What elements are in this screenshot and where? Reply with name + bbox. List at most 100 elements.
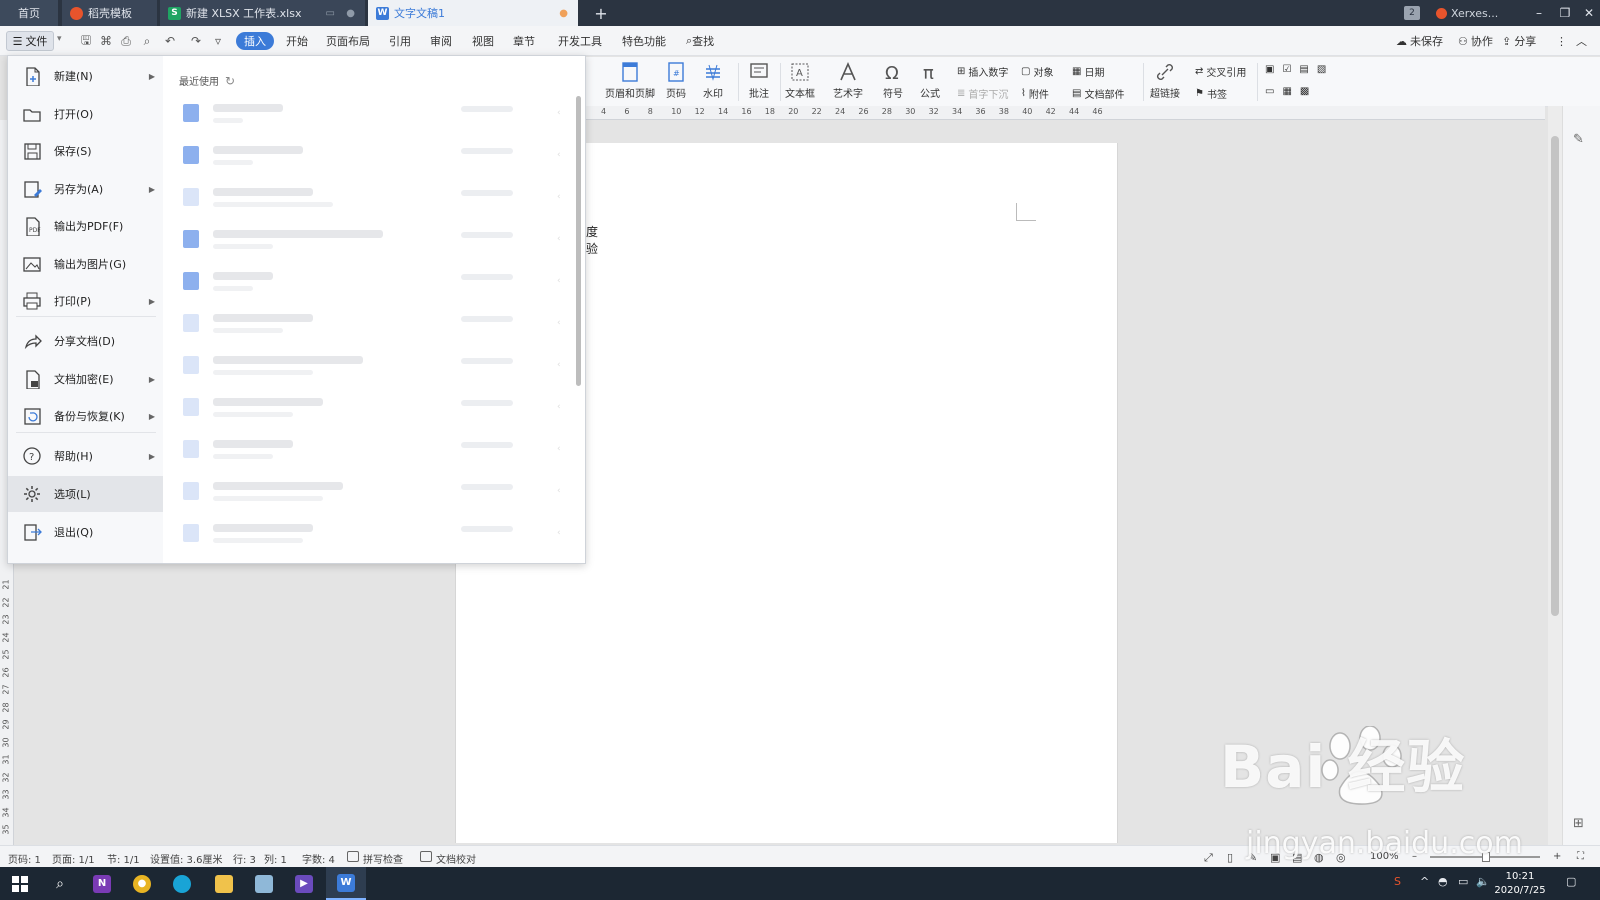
monitor-icon[interactable]: ▭ xyxy=(326,8,335,19)
taskbar-browser[interactable] xyxy=(162,867,202,900)
row-chevron-icon[interactable]: ‹ xyxy=(557,360,561,370)
grid-icon[interactable]: ⊞ xyxy=(1573,816,1584,831)
more-options-icon[interactable]: ⋮ xyxy=(1556,32,1567,50)
row-chevron-icon[interactable]: ‹ xyxy=(557,276,561,286)
file-menu-item[interactable]: PDF 输出为PDF(F) xyxy=(8,208,163,244)
outline-view-icon[interactable]: ▤ xyxy=(1292,851,1302,864)
recent-file-row[interactable]: ‹ xyxy=(181,472,561,512)
date-button[interactable]: ▦ 日期 xyxy=(1072,64,1104,79)
doc-parts-button[interactable]: ▤ 文档部件 xyxy=(1072,86,1124,101)
scrollbar-thumb[interactable] xyxy=(1551,136,1559,616)
object-button[interactable]: ▢ 对象 xyxy=(1021,64,1053,79)
tab-docer[interactable]: 稻壳模板 xyxy=(62,0,157,26)
web-view-icon[interactable]: ◍ xyxy=(1314,851,1324,864)
recent-scrollbar[interactable] xyxy=(576,96,581,386)
row-chevron-icon[interactable]: ‹ xyxy=(557,192,561,202)
spellcheck-toggle[interactable]: 拼写检查 xyxy=(363,851,403,866)
windows-start-button[interactable] xyxy=(0,867,40,900)
file-menu-item[interactable]: ? 帮助(H) ▶ xyxy=(8,438,163,474)
insert-number-button[interactable]: ⊞ 插入数字 xyxy=(957,64,1008,79)
tab-references[interactable]: 引用 xyxy=(389,32,411,50)
file-menu-item[interactable]: 保存(S) xyxy=(8,133,163,169)
edit-mode-icon[interactable]: ✎ xyxy=(1248,851,1257,864)
undo-icon[interactable]: ↶ xyxy=(162,33,178,49)
row-chevron-icon[interactable]: ‹ xyxy=(557,528,561,538)
customize-caret-icon[interactable]: ▿ xyxy=(210,33,226,49)
layout-icon-6[interactable]: ▦ xyxy=(1282,86,1291,97)
restore-icon[interactable]: ❐ xyxy=(1552,0,1578,26)
print-quick-icon[interactable]: ⎙ xyxy=(118,33,134,49)
window-count-badge[interactable]: 2 xyxy=(1404,6,1420,20)
file-menu-item[interactable]: 文档加密(E) ▶ xyxy=(8,361,163,397)
row-chevron-icon[interactable]: ‹ xyxy=(557,150,561,160)
taskbar-chrome[interactable]: ● xyxy=(122,867,162,900)
taskbar-media[interactable]: ▶ xyxy=(284,867,324,900)
zoom-level[interactable]: 100% xyxy=(1370,851,1399,862)
file-menu-item[interactable]: 新建(N) ▶ xyxy=(8,58,163,94)
status-col[interactable]: 列: 1 xyxy=(264,851,287,866)
recent-file-row[interactable]: ‹ xyxy=(181,220,561,260)
refresh-icon[interactable]: ↻ xyxy=(225,74,235,88)
recent-file-row[interactable]: ‹ xyxy=(181,262,561,302)
share-button[interactable]: ⇪ 分享 xyxy=(1502,32,1536,50)
recent-file-row[interactable]: ‹ xyxy=(181,136,561,176)
minimize-icon[interactable]: – xyxy=(1526,0,1552,26)
taskbar-search[interactable]: ⌕ xyxy=(40,867,80,900)
eye-protect-icon[interactable]: ◎ xyxy=(1336,851,1346,864)
horizontal-ruler[interactable]: 4 6 8 10 12 14 16 18 20 22 24 26 28 30 32 34 36 38 40 42 44 4… xyxy=(585,106,1545,120)
tab-developer[interactable]: 开发工具 xyxy=(558,32,602,50)
hyperlink-button[interactable]: 超链接 xyxy=(1150,61,1180,100)
taskbar-wps-writer[interactable]: W xyxy=(326,867,366,900)
recent-file-row[interactable]: ‹ xyxy=(181,94,561,134)
row-chevron-icon[interactable]: ‹ xyxy=(557,234,561,244)
tab-special-features[interactable]: 特色功能 xyxy=(622,32,666,50)
drop-cap-button[interactable]: ≣ 首字下沉 xyxy=(957,86,1008,101)
layout-icon-7[interactable]: ▩ xyxy=(1300,86,1309,97)
file-menu-item[interactable]: 输出为图片(G) xyxy=(8,246,163,282)
document-text-line-1[interactable]: 度 xyxy=(586,223,598,240)
recent-file-row[interactable]: ‹ xyxy=(181,178,561,218)
fullscreen-icon[interactable]: ⤢ xyxy=(1204,851,1213,865)
recent-file-row[interactable]: ‹ xyxy=(181,388,561,428)
tab-home[interactable]: 首页 xyxy=(0,0,58,26)
bookmark-button[interactable]: ⚑ 书签 xyxy=(1195,86,1227,101)
collaborate-button[interactable]: ⚇ 协作 xyxy=(1458,32,1493,50)
layout-icon-4[interactable]: ▧ xyxy=(1317,64,1326,75)
recent-file-row[interactable]: ‹ xyxy=(181,430,561,470)
user-account[interactable]: Xerxes... xyxy=(1436,0,1498,26)
layout-icon-2[interactable]: ☑ xyxy=(1282,64,1291,75)
page-number-button[interactable]: # 页码 xyxy=(665,61,687,100)
new-tab-button[interactable]: + xyxy=(590,0,612,26)
wordart-button[interactable]: 艺术字 xyxy=(833,61,863,100)
tab-xlsx[interactable]: S 新建 XLSX 工作表.xlsx ▭ ● xyxy=(160,0,365,26)
row-chevron-icon[interactable]: ‹ xyxy=(557,402,561,412)
close-icon[interactable]: ✕ xyxy=(1576,0,1600,26)
document-text-line-2[interactable]: 验 xyxy=(586,240,598,257)
tab-view[interactable]: 视图 xyxy=(472,32,494,50)
tab-insert[interactable]: 插入 xyxy=(236,32,274,50)
tray-expand-icon[interactable]: ^ xyxy=(1420,875,1429,888)
formula-button[interactable]: π 公式 xyxy=(919,61,941,100)
notification-icon[interactable]: ▢ xyxy=(1566,875,1576,888)
tab-home-ribbon[interactable]: 开始 xyxy=(286,32,308,50)
vertical-scrollbar[interactable] xyxy=(1548,106,1562,846)
page-view-icon[interactable]: ▣ xyxy=(1270,851,1280,864)
row-chevron-icon[interactable]: ‹ xyxy=(557,108,561,118)
file-menu-item[interactable]: 备份与恢复(K) ▶ xyxy=(8,398,163,434)
unsaved-status[interactable]: ☁ 未保存 xyxy=(1396,32,1443,50)
search-button[interactable]: ⌕ 查找 xyxy=(686,32,714,50)
chevron-down-icon[interactable]: ▾ xyxy=(57,34,62,44)
fit-window-icon[interactable]: ⛶ xyxy=(1577,851,1584,862)
layout-icon-3[interactable]: ▤ xyxy=(1299,64,1308,75)
file-menu-item[interactable]: 退出(Q) xyxy=(8,514,163,550)
zoom-in-icon[interactable]: + xyxy=(1553,851,1561,862)
file-menu-item[interactable]: 分享文档(D) xyxy=(8,323,163,359)
ime-icon[interactable]: S xyxy=(1394,875,1401,888)
collapse-ribbon-icon[interactable]: ︿ xyxy=(1576,32,1587,50)
status-page[interactable]: 页码: 1 xyxy=(8,851,41,866)
redo-icon[interactable]: ↷ xyxy=(188,33,204,49)
file-menu-item[interactable]: 打开(O) xyxy=(8,96,163,132)
file-menu-item[interactable]: 打印(P) ▶ xyxy=(8,283,163,319)
tab-document[interactable]: W 文字文稿1 ● xyxy=(368,0,578,26)
row-chevron-icon[interactable]: ‹ xyxy=(557,444,561,454)
